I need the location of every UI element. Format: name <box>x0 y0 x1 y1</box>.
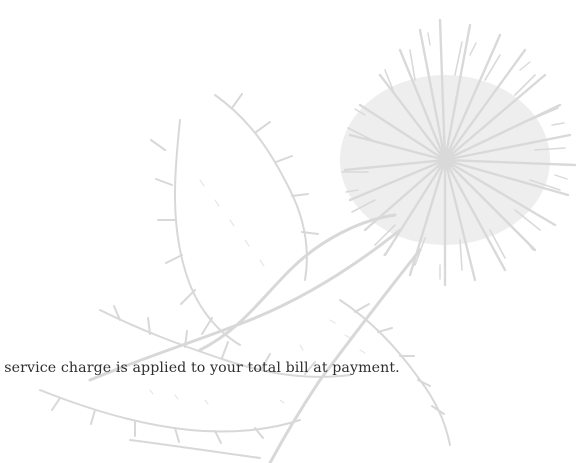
thistle-illustration-icon <box>39 18 577 463</box>
thistle-flower-head <box>340 18 577 287</box>
thistle-stems <box>88 213 422 463</box>
service-charge-note: % service charge is applied to your tota… <box>0 360 400 376</box>
menu-page: % service charge is applied to your tota… <box>0 0 585 463</box>
